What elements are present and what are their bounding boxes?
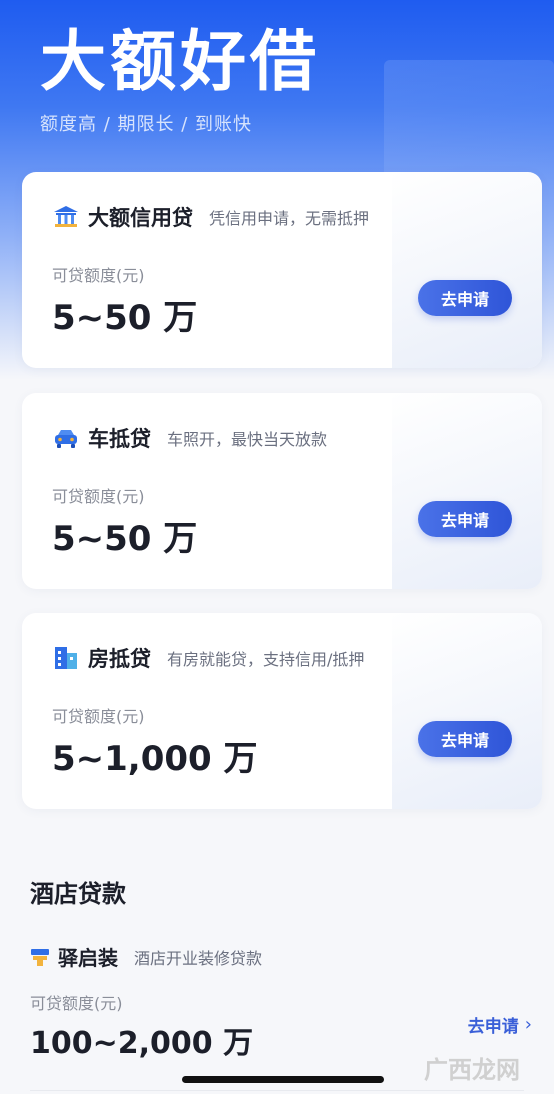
limit-amount: 5~50 万 xyxy=(52,298,198,338)
limit-amount: 100~2,000 万 xyxy=(30,1026,254,1061)
home-indicator[interactable] xyxy=(182,1076,384,1083)
card-title: 车抵贷 xyxy=(88,427,151,451)
chevron-right-icon: › xyxy=(524,1014,532,1035)
card-header: 大额信用贷 凭信用申请，无需抵押 xyxy=(52,202,369,232)
loan-card-credit: 大额信用贷 凭信用申请，无需抵押 可贷额度(元) 5~50 万 去申请 xyxy=(22,172,542,368)
limit-label: 可贷额度(元) xyxy=(52,487,145,506)
limit-amount: 5~1,000 万 xyxy=(52,739,258,779)
watermark: 广西龙网 xyxy=(424,1056,520,1084)
apply-link-label: 去申请 xyxy=(467,1017,519,1037)
card-decoration xyxy=(392,393,542,589)
limit-amount: 5~50 万 xyxy=(52,519,198,559)
limit-label: 可贷额度(元) xyxy=(52,266,145,285)
loan-card-car: 车抵贷 车照开，最快当天放款 可贷额度(元) 5~50 万 去申请 xyxy=(22,393,542,589)
bank-icon xyxy=(52,203,80,231)
card-description: 有房就能贷，支持信用/抵押 xyxy=(167,650,365,669)
divider xyxy=(30,1090,524,1091)
building-icon xyxy=(52,644,80,672)
card-decoration xyxy=(392,613,542,809)
hotel-loan-description: 酒店开业装修贷款 xyxy=(134,948,263,968)
apply-button[interactable]: 去申请 xyxy=(418,501,512,537)
limit-label: 可贷额度(元) xyxy=(30,994,123,1013)
section-title: 酒店贷款 xyxy=(30,880,126,908)
loan-card-house: 房抵贷 有房就能贷，支持信用/抵押 可贷额度(元) 5~1,000 万 去申请 xyxy=(22,613,542,809)
stamp-icon xyxy=(30,947,50,967)
limit-label: 可贷额度(元) xyxy=(52,707,145,726)
card-header: 房抵贷 有房就能贷，支持信用/抵押 xyxy=(52,643,364,673)
hero-subtitle: 额度高 / 期限长 / 到账快 xyxy=(40,114,253,135)
hotel-loan-header: 驿启装 酒店开业装修贷款 xyxy=(30,942,262,971)
hotel-loan-name: 驿启装 xyxy=(58,946,118,970)
card-header: 车抵贷 车照开，最快当天放款 xyxy=(52,423,327,453)
card-decoration xyxy=(392,172,542,368)
card-description: 凭信用申请，无需抵押 xyxy=(209,209,370,228)
apply-link[interactable]: 去申请 › xyxy=(468,1012,532,1037)
card-title: 房抵贷 xyxy=(88,647,151,671)
car-icon xyxy=(52,424,80,452)
apply-button[interactable]: 去申请 xyxy=(418,721,512,757)
card-title: 大额信用贷 xyxy=(88,206,193,230)
apply-button[interactable]: 去申请 xyxy=(418,280,512,316)
card-description: 车照开，最快当天放款 xyxy=(167,430,328,449)
hero-title: 大额好借 xyxy=(40,23,320,100)
